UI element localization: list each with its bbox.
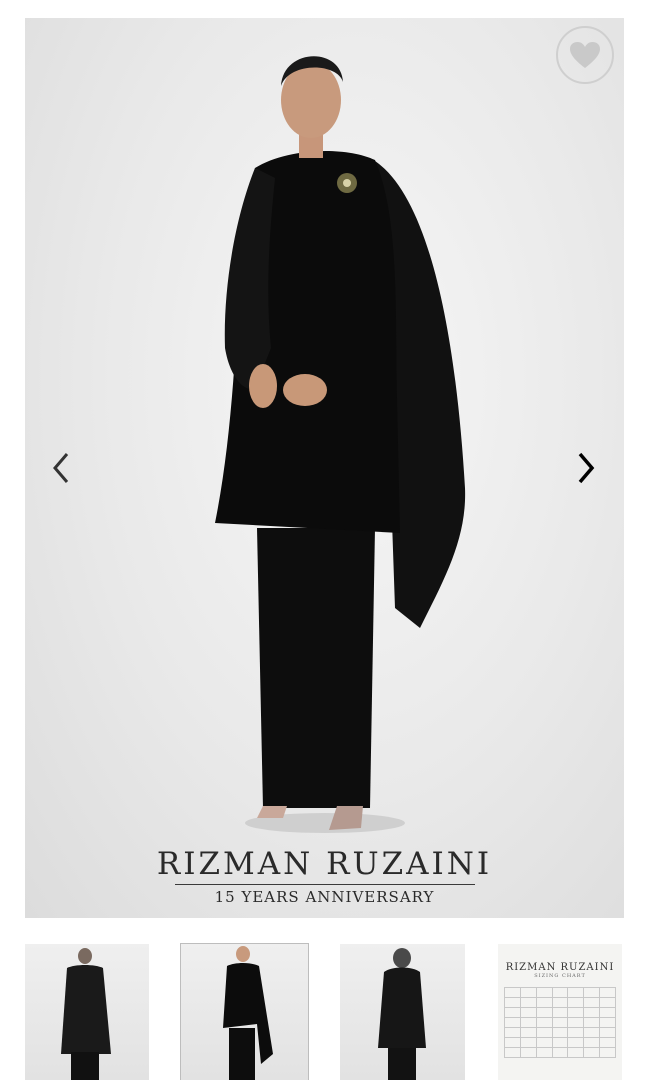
thumbnail-strip: RIZMAN RUZAINI SIZING CHART [0,943,648,1080]
favorite-button[interactable] [556,26,614,84]
thumbnail-back-view[interactable] [25,944,149,1080]
brand-name: RIZMAN RUZAINI [156,846,493,882]
brand-divider [174,884,475,885]
brand-logo: RIZMAN RUZAINI 15 YEARS ANNIVERSARY [25,846,624,906]
brand-subtitle: 15 YEARS ANNIVERSARY [214,888,435,906]
product-main-image[interactable]: RIZMAN RUZAINI 15 YEARS ANNIVERSARY [25,18,624,918]
thumbnail-sizing-chart[interactable]: RIZMAN RUZAINI SIZING CHART [498,944,622,1080]
model-front-image [223,946,273,1080]
model-back-image [61,948,111,1080]
heart-icon [570,42,600,68]
model-hijab-image [378,948,426,1080]
sizing-chart-table [504,987,616,1058]
next-image-button[interactable] [568,450,604,486]
previous-image-button[interactable] [43,450,79,486]
chevron-left-icon [53,453,69,483]
thumbnail-hijab-view[interactable] [340,944,465,1080]
thumbnail-front-view[interactable] [180,943,309,1080]
model-figure-image [215,56,466,833]
sizing-chart-title: RIZMAN RUZAINI [505,962,615,973]
sizing-chart-subtitle: SIZING CHART [534,973,586,979]
chevron-right-icon [578,452,595,484]
